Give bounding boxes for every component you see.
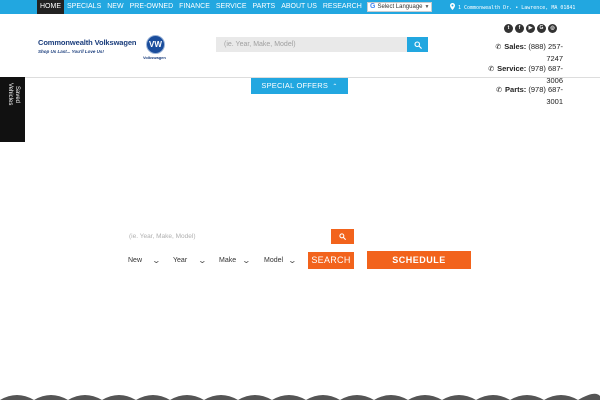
phone-icon: ✆ xyxy=(488,66,495,73)
quick-search-button[interactable] xyxy=(331,229,354,244)
nav-item-about-us[interactable]: ABOUT US xyxy=(278,0,320,14)
youtube-icon[interactable]: ▶ xyxy=(526,24,535,33)
header-search-button[interactable] xyxy=(407,37,428,52)
special-offers-button[interactable]: SPECIAL OFFERS ⌃ xyxy=(251,78,348,94)
header-search-input[interactable]: (ie. Year, Make, Model) xyxy=(216,37,407,52)
search-icon xyxy=(413,40,422,49)
vw-badge-text: VW xyxy=(149,40,162,49)
dealer-logo[interactable]: Commonwealth Volkswagen Shop Us Last... … xyxy=(38,38,146,54)
nav-item-finance[interactable]: FINANCE xyxy=(176,0,213,14)
logo-tagline: Shop Us Last... You'll Love Us! xyxy=(38,49,104,54)
filter-condition-select[interactable]: New ⌄ xyxy=(128,254,163,268)
nav-item-home[interactable]: HOME xyxy=(37,0,64,14)
chevron-down-icon: ⌄ xyxy=(287,256,298,265)
filter-make-select[interactable]: Make ⌄ xyxy=(219,254,255,268)
social-links: t f ▶ G ◎ xyxy=(504,24,557,33)
chevron-down-icon: ⌄ xyxy=(197,256,208,265)
dealer-address[interactable]: 1 Commonwealth Dr. • Lawrence, MA 01841 xyxy=(450,3,575,12)
nav-item-research[interactable]: RESEARCH xyxy=(320,0,365,14)
saved-vehicles-tab[interactable]: Saved Vehicles xyxy=(0,77,25,142)
filter-make-value: Make xyxy=(219,257,237,264)
inventory-search-button[interactable]: SEARCH xyxy=(308,252,354,269)
phone-icon: ✆ xyxy=(496,87,503,94)
nav-item-new[interactable]: NEW xyxy=(104,0,126,14)
decorative-scallop-border xyxy=(0,393,600,400)
quick-search-input[interactable]: (ie. Year, Make, Model) xyxy=(121,229,330,244)
nav-item-service[interactable]: SERVICE xyxy=(213,0,250,14)
facebook-icon[interactable]: f xyxy=(515,24,524,33)
phone-icon: ✆ xyxy=(495,44,502,51)
top-nav-bar: HOME SPECIALS NEW PRE-OWNED FINANCE SERV… xyxy=(0,0,600,14)
chevron-up-icon: ⌃ xyxy=(332,84,338,90)
main-nav: HOME SPECIALS NEW PRE-OWNED FINANCE SERV… xyxy=(37,0,365,14)
map-pin-icon xyxy=(450,3,455,12)
nav-item-pre-owned[interactable]: PRE-OWNED xyxy=(127,0,177,14)
filter-model-value: Model xyxy=(264,257,284,264)
volkswagen-label: Volkswagen xyxy=(143,55,166,60)
filter-year-select[interactable]: Year ⌄ xyxy=(173,254,209,268)
logo-name: Commonwealth Volkswagen xyxy=(38,38,137,47)
google-g-icon: G xyxy=(370,3,376,10)
saved-vehicles-label: Saved Vehicles xyxy=(7,83,20,106)
language-select-label: Select Language xyxy=(377,4,423,10)
phone-sales[interactable]: ✆ Sales: (888) 257- 7247 xyxy=(487,41,563,64)
address-text: 1 Commonwealth Dr. • Lawrence, MA 01841 xyxy=(458,4,576,11)
filter-condition-value: New xyxy=(128,257,143,264)
chevron-down-icon: ▼ xyxy=(424,4,430,10)
language-select[interactable]: G Select Language ▼ xyxy=(367,2,432,12)
chevron-down-icon: ⌄ xyxy=(151,256,162,265)
twitter-icon[interactable]: t xyxy=(504,24,513,33)
filter-year-value: Year xyxy=(173,257,188,264)
volkswagen-logo-icon[interactable]: VW xyxy=(146,35,165,54)
phone-service[interactable]: ✆ Service: (978) 687- 3006 xyxy=(478,63,563,86)
phone-parts[interactable]: ✆ Parts: (978) 687- 3001 xyxy=(485,84,563,107)
page: HOME SPECIALS NEW PRE-OWNED FINANCE SERV… xyxy=(0,0,600,400)
special-offers-label: SPECIAL OFFERS xyxy=(261,81,329,90)
google-plus-icon[interactable]: G xyxy=(537,24,546,33)
nav-item-specials[interactable]: SPECIALS xyxy=(64,0,104,14)
search-icon xyxy=(339,233,346,240)
filter-model-select[interactable]: Model ⌄ xyxy=(264,254,300,268)
chevron-down-icon: ⌄ xyxy=(241,256,252,265)
instagram-icon[interactable]: ◎ xyxy=(548,24,557,33)
nav-item-parts[interactable]: PARTS xyxy=(250,0,279,14)
schedule-button[interactable]: SCHEDULE xyxy=(367,251,471,269)
